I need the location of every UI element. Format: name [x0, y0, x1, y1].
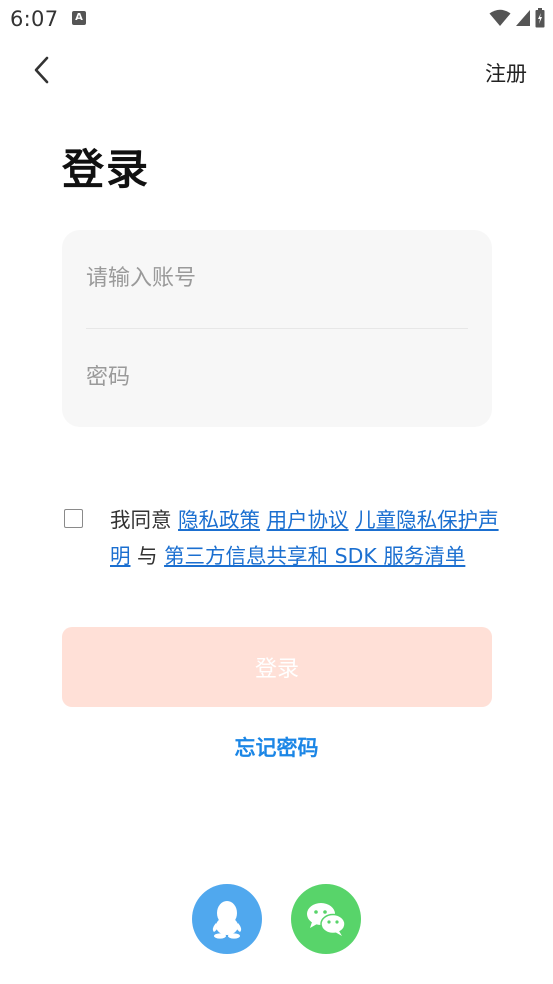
wechat-login-button[interactable] — [291, 884, 361, 954]
status-icons — [489, 8, 545, 28]
wifi-icon — [489, 9, 511, 26]
page-title: 登录 — [62, 145, 151, 194]
agreement-text: 我同意 隐私政策 用户协议 儿童隐私保护声明 与 第三方信息共享和 SDK 服务… — [110, 502, 500, 574]
agreement-connector: 与 — [137, 544, 158, 568]
field-divider — [86, 328, 468, 329]
user-agreement-link[interactable]: 用户协议 — [267, 508, 349, 532]
battery-icon — [535, 8, 545, 28]
agreement-checkbox[interactable] — [64, 509, 83, 528]
qq-login-button[interactable] — [192, 884, 262, 954]
password-input[interactable] — [86, 347, 468, 407]
status-bar: 6:07 A — [0, 0, 553, 38]
register-link[interactable]: 注册 — [485, 58, 527, 88]
notification-icon: A — [72, 11, 86, 25]
agreement-prefix: 我同意 — [110, 508, 172, 532]
signal-icon — [516, 10, 530, 26]
privacy-policy-link[interactable]: 隐私政策 — [178, 508, 260, 532]
back-button[interactable] — [24, 52, 60, 88]
qq-icon — [212, 901, 242, 939]
login-button[interactable]: 登录 — [62, 627, 492, 707]
account-input[interactable] — [86, 248, 468, 308]
status-time: 6:07 — [10, 7, 59, 31]
chevron-left-icon — [34, 56, 49, 84]
wechat-icon — [307, 903, 346, 936]
login-form-card — [62, 230, 492, 427]
third-party-sdk-link[interactable]: 第三方信息共享和 SDK 服务清单 — [164, 544, 465, 568]
forgot-password-link[interactable]: 忘记密码 — [0, 732, 553, 762]
login-screen: 6:07 A 注册 登录 我同意 隐私政策 — [0, 0, 553, 984]
